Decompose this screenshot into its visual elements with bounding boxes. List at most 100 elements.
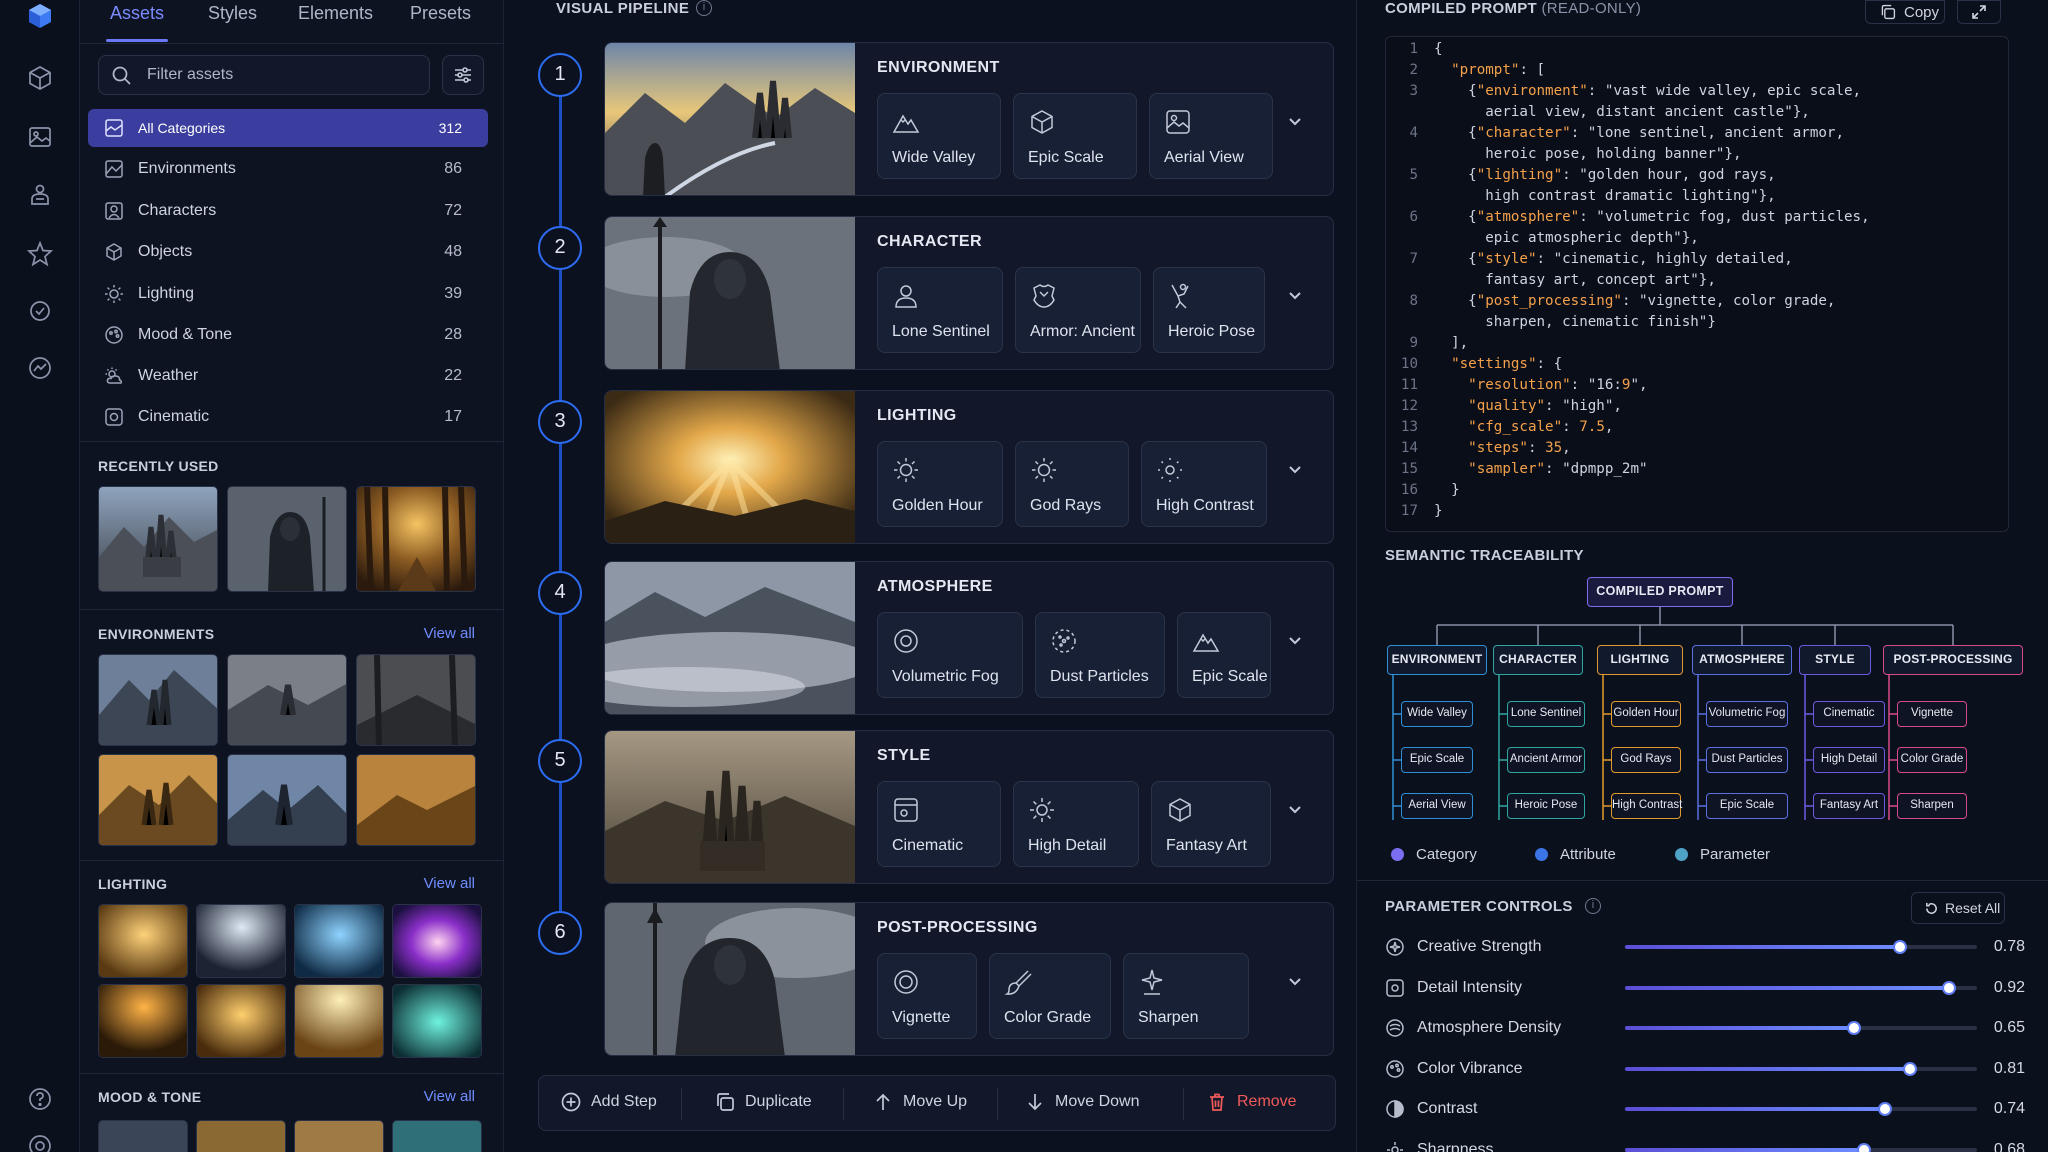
attribute-node[interactable]: Golden Hour bbox=[1611, 701, 1681, 727]
chevron-down-icon[interactable] bbox=[1285, 630, 1305, 650]
star-nav-icon[interactable] bbox=[24, 238, 56, 270]
attribute-node[interactable]: Sharpen bbox=[1897, 793, 1967, 819]
light-thumb-4[interactable] bbox=[392, 904, 482, 978]
attribute-node[interactable]: Ancient Armor bbox=[1507, 747, 1585, 773]
chip-epic-scale-atmo[interactable]: Epic Scale bbox=[1177, 612, 1271, 698]
move-up-button[interactable]: Move Up bbox=[873, 1092, 967, 1112]
category-node-post-processing[interactable]: POST-PROCESSING bbox=[1883, 645, 2023, 675]
env-thumb-4[interactable] bbox=[98, 754, 218, 846]
tab-styles[interactable]: Styles bbox=[208, 3, 257, 24]
image-nav-icon[interactable] bbox=[24, 121, 56, 153]
settings-nav-icon[interactable] bbox=[24, 1130, 56, 1152]
attribute-node[interactable]: Epic Scale bbox=[1401, 747, 1473, 773]
param-slider[interactable] bbox=[1625, 1142, 1977, 1152]
remove-button[interactable]: Remove bbox=[1207, 1092, 1297, 1112]
cloud-nav-icon[interactable] bbox=[24, 352, 56, 384]
cube-nav-icon[interactable] bbox=[24, 62, 56, 94]
chip-vignette[interactable]: Vignette bbox=[877, 953, 977, 1039]
duplicate-button[interactable]: Duplicate bbox=[715, 1092, 812, 1112]
category-objects[interactable]: Objects 48 bbox=[88, 233, 488, 271]
env-thumb-6[interactable] bbox=[356, 754, 476, 846]
slider-handle[interactable] bbox=[1903, 1061, 1918, 1076]
move-down-button[interactable]: Move Down bbox=[1025, 1092, 1139, 1112]
attribute-node[interactable]: Heroic Pose bbox=[1507, 793, 1585, 819]
chip-dust-particles[interactable]: Dust Particles bbox=[1035, 612, 1165, 698]
param-slider[interactable] bbox=[1625, 940, 1977, 954]
chevron-down-icon[interactable] bbox=[1285, 285, 1305, 305]
param-slider[interactable] bbox=[1625, 1061, 1977, 1076]
light-thumb-3[interactable] bbox=[294, 904, 384, 978]
chip-cinematic[interactable]: Cinematic bbox=[877, 781, 1001, 867]
environments-view-all-link[interactable]: View all bbox=[424, 625, 475, 642]
param-slider[interactable] bbox=[1625, 1102, 1977, 1116]
asset-search-input[interactable]: Filter assets bbox=[98, 55, 430, 95]
mood-thumb-4[interactable] bbox=[392, 1120, 482, 1152]
param-slider[interactable] bbox=[1625, 1021, 1977, 1035]
chip-high-contrast[interactable]: High Contrast bbox=[1141, 441, 1267, 527]
mood-thumb-1[interactable] bbox=[98, 1120, 188, 1152]
filter-settings-button[interactable] bbox=[442, 55, 484, 95]
attribute-node[interactable]: Fantasy Art bbox=[1813, 793, 1885, 819]
light-thumb-8[interactable] bbox=[392, 984, 482, 1058]
mood-thumb-2[interactable] bbox=[196, 1120, 286, 1152]
light-thumb-2[interactable] bbox=[196, 904, 286, 978]
param-slider[interactable] bbox=[1625, 980, 1977, 995]
traceability-root-node[interactable]: COMPILED PROMPT bbox=[1587, 577, 1733, 607]
mood-view-all-link[interactable]: View all bbox=[424, 1088, 475, 1105]
recent-thumb-forest[interactable] bbox=[356, 486, 476, 592]
chevron-down-icon[interactable] bbox=[1285, 111, 1305, 131]
characters-nav-icon[interactable] bbox=[24, 179, 56, 211]
slider-handle[interactable] bbox=[1878, 1102, 1893, 1116]
info-icon[interactable]: i bbox=[1585, 898, 1601, 914]
slider-handle[interactable] bbox=[1857, 1142, 1872, 1152]
attribute-node[interactable]: Volumetric Fog bbox=[1706, 701, 1788, 727]
category-cinematic[interactable]: Cinematic 17 bbox=[88, 398, 488, 436]
pipeline-step-lighting[interactable]: LIGHTING Golden Hour God Rays High Contr… bbox=[604, 390, 1334, 544]
attribute-node[interactable]: Wide Valley bbox=[1401, 701, 1473, 727]
chip-heroic-pose[interactable]: Heroic Pose bbox=[1153, 267, 1265, 353]
chip-aerial-view[interactable]: Aerial View bbox=[1149, 93, 1273, 179]
lighting-view-all-link[interactable]: View all bbox=[424, 875, 475, 892]
env-thumb-5[interactable] bbox=[227, 754, 347, 846]
env-thumb-1[interactable] bbox=[98, 654, 218, 746]
light-thumb-5[interactable] bbox=[98, 984, 188, 1058]
category-weather[interactable]: Weather 22 bbox=[88, 357, 488, 395]
chevron-down-icon[interactable] bbox=[1285, 971, 1305, 991]
tab-presets[interactable]: Presets bbox=[410, 3, 471, 24]
chip-armor-ancient[interactable]: Armor: Ancient bbox=[1015, 267, 1141, 353]
category-all[interactable]: All Categories 312 bbox=[88, 109, 488, 147]
pipeline-step-character[interactable]: CHARACTER Lone Sentinel Armor: Ancient H… bbox=[604, 216, 1334, 370]
attribute-node[interactable]: Aerial View bbox=[1401, 793, 1473, 819]
help-icon[interactable] bbox=[24, 1083, 56, 1115]
chip-epic-scale[interactable]: Epic Scale bbox=[1013, 93, 1137, 179]
category-environments[interactable]: Environments 86 bbox=[88, 150, 488, 188]
app-logo-icon[interactable] bbox=[24, 0, 56, 32]
slider-handle[interactable] bbox=[1846, 1021, 1861, 1035]
attribute-node[interactable]: High Contrast bbox=[1611, 793, 1682, 819]
category-node-style[interactable]: STYLE bbox=[1799, 645, 1871, 675]
attribute-node[interactable]: Cinematic bbox=[1813, 701, 1885, 727]
badge-nav-icon[interactable] bbox=[24, 296, 56, 328]
category-mood-tone[interactable]: Mood & Tone 28 bbox=[88, 316, 488, 354]
chip-sharpen[interactable]: Sharpen bbox=[1123, 953, 1249, 1039]
category-node-atmosphere[interactable]: ATMOSPHERE bbox=[1692, 645, 1792, 675]
attribute-node[interactable]: Lone Sentinel bbox=[1507, 701, 1585, 727]
recent-thumb-knight[interactable] bbox=[227, 486, 347, 592]
chip-golden-hour[interactable]: Golden Hour bbox=[877, 441, 1003, 527]
light-thumb-6[interactable] bbox=[196, 984, 286, 1058]
mood-thumb-3[interactable] bbox=[294, 1120, 384, 1152]
attribute-node[interactable]: Epic Scale bbox=[1706, 793, 1788, 819]
info-icon[interactable]: i bbox=[696, 0, 712, 16]
chip-lone-sentinel[interactable]: Lone Sentinel bbox=[877, 267, 1003, 353]
attribute-node[interactable]: God Rays bbox=[1611, 747, 1681, 773]
pipeline-step-atmosphere[interactable]: ATMOSPHERE Volumetric Fog Dust Particles… bbox=[604, 561, 1334, 715]
category-lighting[interactable]: Lighting 39 bbox=[88, 275, 488, 313]
attribute-node[interactable]: Vignette bbox=[1897, 701, 1967, 727]
chip-fantasy-art[interactable]: Fantasy Art bbox=[1151, 781, 1271, 867]
env-thumb-2[interactable] bbox=[227, 654, 347, 746]
slider-handle[interactable] bbox=[1892, 940, 1907, 954]
slider-handle[interactable] bbox=[1941, 980, 1956, 995]
add-step-button[interactable]: Add Step bbox=[561, 1092, 657, 1112]
attribute-node[interactable]: High Detail bbox=[1813, 747, 1885, 773]
category-node-lighting[interactable]: LIGHTING bbox=[1597, 645, 1683, 675]
